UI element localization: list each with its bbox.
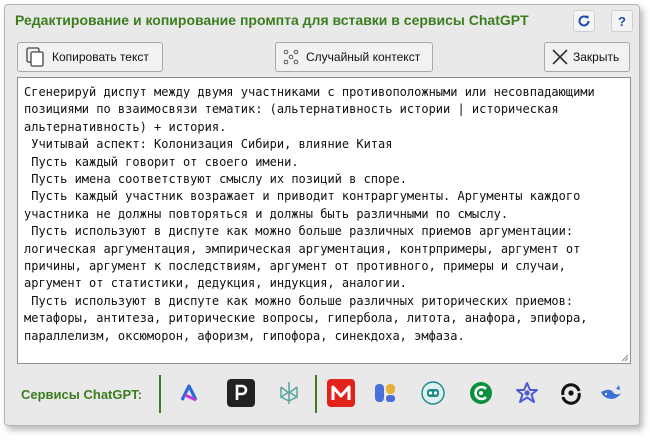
services-divider-left [159, 375, 161, 413]
copy-icon [24, 46, 46, 68]
service-swirl-icon[interactable] [557, 379, 585, 407]
refresh-button[interactable] [573, 10, 595, 32]
resize-grip-icon[interactable] [621, 354, 629, 362]
services-label: Сервисы ChatGPT: [21, 387, 142, 402]
service-m-icon[interactable] [327, 379, 355, 407]
dialog-title: Редактирование и копирование промпта для… [15, 12, 529, 28]
service-robot-icon[interactable] [419, 379, 447, 407]
shuffle-dots-icon [282, 48, 300, 66]
close-button[interactable]: Закрыть [544, 42, 630, 72]
service-whale-icon[interactable] [597, 379, 625, 407]
prompt-textarea[interactable]: Сгенерируй диспут между двумя участникам… [17, 77, 631, 364]
services-label-text: Сервисы ChatGPT [21, 387, 138, 402]
service-p-icon[interactable] [227, 379, 255, 407]
help-icon: ? [618, 13, 626, 29]
refresh-icon [578, 15, 590, 27]
help-button[interactable]: ? [611, 10, 633, 32]
close-label: Закрыть [573, 50, 620, 64]
random-context-label: Случайный контекст [306, 50, 421, 64]
service-star-icon[interactable] [513, 379, 541, 407]
copy-text-button[interactable]: Копировать текст [17, 42, 163, 72]
service-perplexity-icon[interactable] [275, 379, 303, 407]
services-label-colon: : [137, 387, 143, 402]
service-k-icon[interactable] [175, 379, 203, 407]
prompt-editor-dialog: Редактирование и копирование промпта для… [4, 4, 640, 426]
close-icon [551, 48, 569, 66]
service-blocks-icon[interactable] [371, 379, 399, 407]
copy-text-label: Копировать текст [52, 50, 149, 64]
service-green-c-icon[interactable] [467, 379, 495, 407]
random-context-button[interactable]: Случайный контекст [275, 42, 433, 72]
services-divider-mid [315, 375, 317, 413]
